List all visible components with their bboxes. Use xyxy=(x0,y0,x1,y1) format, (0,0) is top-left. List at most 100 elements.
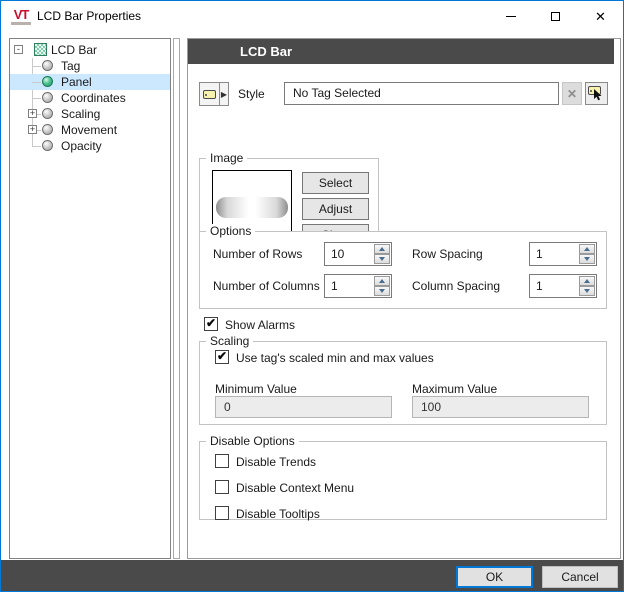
lcd-bar-icon xyxy=(34,43,47,56)
tree-item-scaling[interactable]: + Scaling xyxy=(10,106,170,122)
spinner-value: 1 xyxy=(536,247,543,261)
disable-context-menu-checkbox[interactable] xyxy=(215,480,229,494)
tag-icon-button[interactable] xyxy=(200,83,219,105)
minimum-value-field: 0 xyxy=(215,396,392,418)
close-icon: ✕ xyxy=(595,10,606,23)
disable-tooltips-checkbox[interactable] xyxy=(215,506,229,520)
minimize-button[interactable] xyxy=(488,1,533,32)
vt-logo-icon: VT xyxy=(11,8,31,25)
spin-up-icon[interactable] xyxy=(579,244,595,254)
gray-ball-icon xyxy=(42,60,53,71)
panel-title: LCD Bar xyxy=(240,44,292,59)
scaling-group: Scaling Use tag's scaled min and max val… xyxy=(199,341,607,425)
style-split-button[interactable]: ▶ xyxy=(199,82,229,106)
green-ball-icon xyxy=(42,76,53,87)
spinner-value: 1 xyxy=(536,279,543,293)
tree-connector xyxy=(32,82,41,83)
properties-panel: LCD Bar ▶ Style No Tag Selected ✕ Image … xyxy=(187,38,621,559)
number-of-rows-spinner[interactable]: 10 xyxy=(324,242,392,266)
row-spacing-label: Row Spacing xyxy=(412,247,483,261)
dialog-window: VT LCD Bar Properties ✕ - LCD Bar Tag Pa… xyxy=(0,0,624,592)
scaling-group-title: Scaling xyxy=(206,334,253,348)
cancel-button[interactable]: Cancel xyxy=(542,566,618,588)
row-spacing-spinner[interactable]: 1 xyxy=(529,242,597,266)
style-label: Style xyxy=(238,87,265,101)
tree-item-lcd-bar[interactable]: - LCD Bar xyxy=(10,42,170,58)
spin-down-icon[interactable] xyxy=(374,254,390,264)
select-image-button[interactable]: Select xyxy=(302,172,369,194)
tree-connector xyxy=(32,146,41,147)
clear-x-icon: ✕ xyxy=(567,87,577,101)
show-alarms-label: Show Alarms xyxy=(225,318,295,332)
adjust-image-button[interactable]: Adjust xyxy=(302,198,369,220)
disable-trends-label: Disable Trends xyxy=(236,455,316,469)
spin-down-icon[interactable] xyxy=(374,286,390,296)
title-bar[interactable]: VT LCD Bar Properties ✕ xyxy=(1,1,623,32)
tree-item-label: LCD Bar xyxy=(51,43,97,57)
disable-trends-checkbox[interactable] xyxy=(215,454,229,468)
number-of-columns-spinner[interactable]: 1 xyxy=(324,274,392,298)
disable-options-group: Disable Options Disable Trends Disable C… xyxy=(199,441,607,520)
dropdown-arrow-icon[interactable]: ▶ xyxy=(219,83,228,105)
disable-context-menu-label: Disable Context Menu xyxy=(236,481,354,495)
number-of-rows-label: Number of Rows xyxy=(213,247,302,261)
close-button[interactable]: ✕ xyxy=(578,1,623,32)
disable-options-group-title: Disable Options xyxy=(206,434,299,448)
gray-ball-icon xyxy=(42,108,53,119)
tree-item-panel[interactable]: Panel xyxy=(10,74,170,90)
spin-up-icon[interactable] xyxy=(374,244,390,254)
tree-item-coordinates[interactable]: Coordinates xyxy=(10,90,170,106)
minimize-icon xyxy=(506,16,516,17)
spin-down-icon[interactable] xyxy=(579,286,595,296)
tree-item-label: Opacity xyxy=(61,139,102,153)
use-tag-scaled-label: Use tag's scaled min and max values xyxy=(236,351,434,365)
options-group: Options Number of Rows 10 Row Spacing 1 … xyxy=(199,231,607,309)
use-tag-scaled-checkbox[interactable] xyxy=(215,350,229,364)
tree-item-tag[interactable]: Tag xyxy=(10,58,170,74)
gray-ball-icon xyxy=(42,124,53,135)
disable-tooltips-label: Disable Tooltips xyxy=(236,507,320,521)
show-alarms-checkbox[interactable] xyxy=(204,317,218,331)
tree-panel-splitter[interactable] xyxy=(173,38,180,559)
column-spacing-label: Column Spacing xyxy=(412,279,500,293)
spin-up-icon[interactable] xyxy=(579,276,595,286)
cursor-arrow-icon xyxy=(594,89,603,101)
maximum-value-field: 100 xyxy=(412,396,589,418)
tree-item-label: Scaling xyxy=(61,107,100,121)
spin-up-icon[interactable] xyxy=(374,276,390,286)
property-tree: - LCD Bar Tag Panel Coordinates + Scalin… xyxy=(9,38,171,559)
lcd-bar-preview-image xyxy=(216,197,288,218)
maximize-button[interactable] xyxy=(533,1,578,32)
clear-tag-button[interactable]: ✕ xyxy=(562,82,582,105)
tree-item-label: Coordinates xyxy=(61,91,126,105)
column-spacing-spinner[interactable]: 1 xyxy=(529,274,597,298)
image-group-title: Image xyxy=(206,151,247,165)
panel-header: LCD Bar xyxy=(188,39,614,64)
tree-item-label: Tag xyxy=(61,59,80,73)
spin-down-icon[interactable] xyxy=(579,254,595,264)
spinner-value: 10 xyxy=(331,247,344,261)
number-of-columns-label: Number of Columns xyxy=(213,279,320,293)
tree-item-opacity[interactable]: Opacity xyxy=(10,138,170,154)
expand-expander-icon[interactable]: + xyxy=(28,109,37,118)
tag-icon xyxy=(203,90,216,99)
maximum-value-label: Maximum Value xyxy=(412,382,497,396)
options-group-title: Options xyxy=(206,224,255,238)
expand-expander-icon[interactable]: + xyxy=(28,125,37,134)
tag-picker-button[interactable] xyxy=(585,82,608,105)
tree-item-label: Panel xyxy=(61,75,92,89)
style-input[interactable]: No Tag Selected xyxy=(284,82,559,105)
tree-connector xyxy=(32,98,41,99)
collapse-expander-icon[interactable]: - xyxy=(14,45,23,54)
gray-ball-icon xyxy=(42,140,53,151)
window-title: LCD Bar Properties xyxy=(37,9,141,23)
tree-item-movement[interactable]: + Movement xyxy=(10,122,170,138)
maximize-icon xyxy=(551,12,560,21)
minimum-value-label: Minimum Value xyxy=(215,382,297,396)
ok-button[interactable]: OK xyxy=(456,566,533,588)
spinner-value: 1 xyxy=(331,279,338,293)
gray-ball-icon xyxy=(42,92,53,103)
footer-bar: OK Cancel xyxy=(1,560,623,591)
tree-connector xyxy=(32,66,41,67)
tree-item-label: Movement xyxy=(61,123,117,137)
